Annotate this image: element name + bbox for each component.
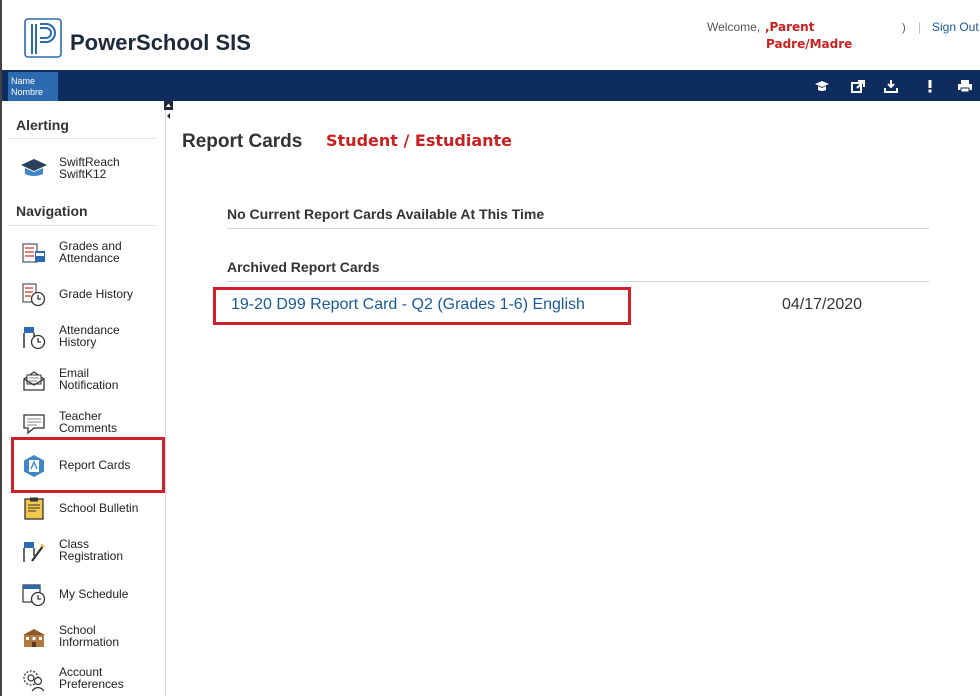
- collapse-sidebar-icon[interactable]: [164, 101, 173, 123]
- download-icon[interactable]: [883, 79, 899, 93]
- name-label: Name: [11, 76, 36, 86]
- sidebar-item-label: Grades and Attendance: [59, 239, 122, 265]
- swiftreach-icon: [21, 159, 47, 176]
- grade-history-icon: [22, 283, 46, 307]
- report-cards-highlight-box: [11, 437, 165, 493]
- app-header: PowerSchool SIS Welcome, ,Parent Padre/M…: [0, 0, 980, 70]
- graduation-cap-icon[interactable]: [814, 79, 830, 93]
- sidebar-item-label: School Information: [59, 623, 120, 649]
- attendance-history-icon: [23, 327, 46, 350]
- sidebar-item-label: Email Notification: [59, 366, 119, 392]
- sidebar-item-grades-and-attendance[interactable]: Grades and Attendance: [8, 234, 156, 272]
- sidebar-item-grade-history[interactable]: Grade History: [8, 275, 156, 313]
- sidebar-item-label: Teacher Comments: [59, 409, 118, 435]
- sidebar-item-email-notification[interactable]: Email Notification: [8, 361, 156, 399]
- welcome-label: Welcome,: [707, 20, 761, 34]
- sidebar-item-label: Account Preferences: [59, 665, 124, 691]
- teacher-comments-icon: [23, 414, 45, 435]
- top-navbar: [2, 70, 980, 101]
- school-building-icon: [23, 629, 45, 647]
- school-bulletin-icon: [24, 497, 44, 520]
- archived-report-cards-heading: Archived Report Cards: [227, 259, 380, 275]
- section-divider: [227, 228, 929, 229]
- my-schedule-icon: [22, 584, 46, 607]
- sidebar-item-swiftreach[interactable]: SwiftReach SwiftK12: [8, 150, 156, 188]
- grades-attendance-icon: [22, 243, 45, 263]
- sidebar-item-label: Attendance History: [59, 323, 120, 349]
- print-icon[interactable]: [957, 79, 973, 93]
- student-name-tab[interactable]: Name Nombre: [8, 72, 58, 102]
- header-separator: |: [918, 20, 922, 34]
- navigation-divider: [8, 225, 156, 226]
- nombre-label: Nombre: [11, 87, 44, 97]
- alerting-heading: Alerting: [16, 117, 69, 133]
- account-preferences-icon: [23, 670, 45, 692]
- sidebar-item-my-schedule[interactable]: My Schedule: [8, 575, 156, 613]
- navigation-heading: Navigation: [16, 203, 88, 219]
- sidebar-item-account-preferences[interactable]: Account Preferences: [8, 660, 156, 698]
- app-title: PowerSchool SIS: [70, 30, 251, 55]
- powerschool-logo[interactable]: [24, 18, 62, 58]
- sidebar-item-label: Grade History: [59, 287, 134, 301]
- alerting-divider: [8, 138, 156, 139]
- sidebar-item-class-registration[interactable]: Class Registration: [8, 532, 156, 570]
- report-card-date: 04/17/2020: [782, 296, 863, 313]
- sidebar-item-label: SwiftReach SwiftK12: [59, 155, 120, 181]
- sidebar-item-label: Class Registration: [59, 537, 124, 563]
- alert-icon[interactable]: [922, 79, 938, 93]
- sidebar-item-school-information[interactable]: School Information: [8, 618, 156, 656]
- email-icon: [23, 371, 45, 391]
- section-divider: [227, 281, 929, 282]
- sidebar-item-attendance-history[interactable]: Attendance History: [8, 318, 156, 356]
- sign-out-link[interactable]: Sign Out: [932, 20, 979, 34]
- parent-name-annotation-2: Padre/Madre: [766, 37, 853, 51]
- no-current-report-cards-message: No Current Report Cards Available At Thi…: [227, 206, 545, 222]
- parent-name-annotation: ,Parent: [765, 20, 815, 34]
- welcome-close-paren: ): [902, 22, 906, 34]
- sidebar-item-label: School Bulletin: [59, 501, 139, 515]
- external-link-icon[interactable]: [850, 79, 866, 93]
- page-title: Report Cards: [182, 131, 303, 152]
- class-registration-icon: [23, 542, 45, 562]
- page-subtitle-annotation: Student / Estudiante: [326, 131, 513, 150]
- window-frame-left: [0, 0, 2, 696]
- sidebar-item-label: My Schedule: [59, 587, 129, 601]
- sidebar-item-school-bulletin[interactable]: School Bulletin: [8, 489, 156, 527]
- report-card-highlight-box: [213, 287, 631, 325]
